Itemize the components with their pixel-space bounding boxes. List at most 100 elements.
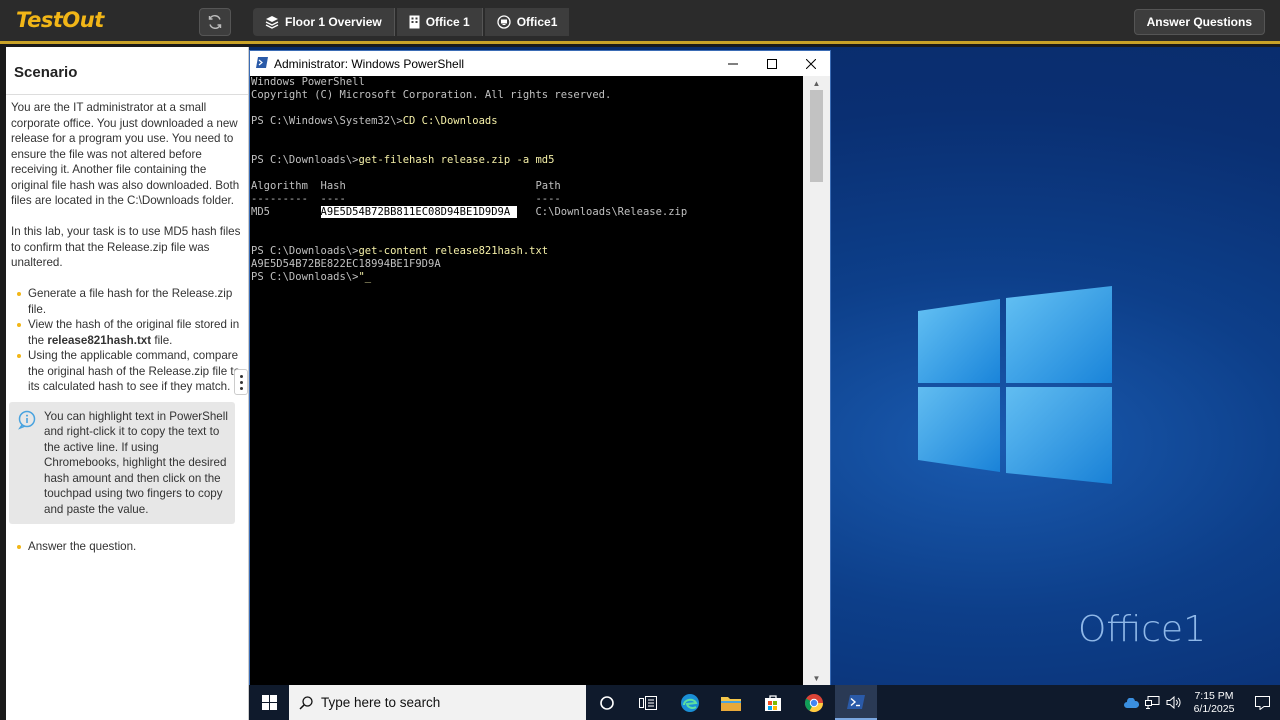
chrome-icon bbox=[805, 693, 824, 712]
selected-hash-text[interactable]: A9E5D54B72BB811EC08D94BE1D9D9A bbox=[320, 206, 517, 218]
network-icon bbox=[1145, 696, 1160, 709]
onedrive-icon bbox=[1124, 697, 1139, 708]
close-icon bbox=[805, 58, 816, 69]
maximize-icon bbox=[766, 58, 777, 69]
clock-time: 7:15 PM bbox=[1194, 689, 1234, 702]
cortana-button[interactable] bbox=[586, 685, 628, 720]
tip-text: You can highlight text in PowerShell and… bbox=[44, 409, 228, 516]
console-line: --------- ---- ---- bbox=[251, 193, 561, 205]
console-line: PS C:\Downloads\>get-filehash release.zi… bbox=[251, 154, 803, 167]
task-step: View the hash of the original file store… bbox=[17, 317, 244, 348]
console-scrollbar[interactable]: ▲ ▼ bbox=[803, 76, 830, 685]
cortana-icon bbox=[599, 695, 614, 710]
task-view-icon bbox=[639, 695, 658, 710]
scroll-up-icon[interactable]: ▲ bbox=[803, 76, 830, 90]
console-prompt: PS C:\Downloads\> bbox=[251, 271, 359, 283]
breadcrumb-label: Floor 1 Overview bbox=[285, 15, 382, 29]
desktop: Office1 Administrator: Windows PowerShel… bbox=[249, 47, 1280, 685]
console-line: A9E5D54B72BE822EC18994BE1F9D9A bbox=[251, 258, 441, 270]
testout-logo: TestOut bbox=[16, 8, 104, 32]
powershell-icon bbox=[256, 56, 268, 71]
chrome-button[interactable] bbox=[794, 685, 836, 720]
task-step: Answer the question. bbox=[17, 539, 244, 555]
clock-date: 6/1/2025 bbox=[1193, 702, 1235, 715]
taskbar-clock[interactable]: 7:15 PM 6/1/2025 bbox=[1184, 690, 1244, 716]
building-icon bbox=[409, 15, 420, 29]
windows-start-icon bbox=[261, 695, 277, 710]
search-icon bbox=[299, 695, 313, 710]
scenario-title: Scenario bbox=[6, 47, 248, 95]
task-step: Generate a file hash for the Release.zip… bbox=[17, 286, 244, 317]
notifications-button[interactable] bbox=[1244, 685, 1280, 720]
taskbar-search-box[interactable]: Type here to search bbox=[289, 685, 586, 720]
task-view-button[interactable] bbox=[628, 685, 670, 720]
answer-questions-button[interactable]: Answer Questions bbox=[1133, 9, 1265, 35]
console-line: Algorithm Hash Path bbox=[251, 180, 561, 192]
network-button[interactable] bbox=[1142, 685, 1163, 720]
scenario-task: In this lab, your task is to use MD5 has… bbox=[11, 225, 241, 269]
search-placeholder: Type here to search bbox=[321, 695, 441, 710]
tip-note: You can highlight text in PowerShell and… bbox=[9, 401, 235, 524]
computer-icon bbox=[497, 15, 511, 29]
console-command: get-content release821hash.txt bbox=[358, 245, 549, 257]
top-bar: TestOut Floor 1 Overview Office 1 Office… bbox=[0, 0, 1280, 44]
console-command: "_ bbox=[358, 271, 372, 283]
folder-icon bbox=[721, 696, 742, 711]
refresh-button[interactable] bbox=[199, 8, 231, 36]
powershell-icon bbox=[846, 694, 865, 709]
edge-button[interactable] bbox=[669, 685, 711, 720]
taskbar: Type here to search 7:15 PM 6/1/2025 bbox=[249, 685, 1280, 720]
system-tray: 7:15 PM 6/1/2025 bbox=[1121, 685, 1280, 720]
scenario-panel: Scenario You are the IT administrator at… bbox=[6, 47, 249, 720]
console-line: Copyright (C) Microsoft Corporation. All… bbox=[251, 89, 612, 101]
console-line: MD5 A9E5D54B72BB811EC08D94BE1D9D9A C:\Do… bbox=[251, 206, 803, 219]
start-button[interactable] bbox=[249, 685, 289, 720]
volume-button[interactable] bbox=[1163, 685, 1184, 720]
layers-icon bbox=[265, 15, 279, 29]
breadcrumb: Floor 1 Overview Office 1 Office1 bbox=[253, 8, 571, 36]
file-explorer-button[interactable] bbox=[711, 685, 753, 720]
console-command: CD C:\Downloads bbox=[402, 115, 498, 127]
windows-logo-wallpaper bbox=[918, 286, 1112, 484]
scroll-thumb[interactable] bbox=[810, 90, 823, 182]
onedrive-button[interactable] bbox=[1121, 685, 1142, 720]
scenario-intro: You are the IT administrator at a small … bbox=[11, 101, 240, 207]
breadcrumb-label: Office1 bbox=[516, 15, 558, 29]
breadcrumb-office[interactable]: Office 1 bbox=[396, 8, 483, 36]
powershell-taskbar-button[interactable] bbox=[835, 685, 877, 720]
breadcrumb-label: Office 1 bbox=[425, 15, 470, 29]
task-steps-final: Answer the question. bbox=[11, 539, 244, 555]
maximize-button[interactable] bbox=[752, 51, 791, 76]
computer-name-label: Office1 bbox=[1078, 609, 1206, 650]
console-prompt: PS C:\Windows\System32\> bbox=[251, 115, 403, 127]
console-line: PS C:\Windows\System32\>CD C:\Downloads bbox=[251, 115, 803, 128]
powershell-window[interactable]: Administrator: Windows PowerShell Window… bbox=[249, 50, 831, 685]
scroll-down-icon[interactable]: ▼ bbox=[803, 671, 830, 685]
console-prompt: PS C:\Downloads\> bbox=[251, 154, 359, 166]
notification-icon bbox=[1254, 695, 1270, 710]
window-title: Administrator: Windows PowerShell bbox=[274, 56, 465, 71]
edge-icon bbox=[680, 693, 699, 712]
info-icon bbox=[17, 410, 37, 435]
powershell-console[interactable]: Windows PowerShell Copyright (C) Microsof… bbox=[250, 76, 803, 685]
console-text: C:\Downloads\Release.zip bbox=[516, 206, 688, 218]
panel-resize-handle[interactable] bbox=[234, 369, 248, 395]
minimize-icon bbox=[727, 63, 738, 64]
console-line: PS C:\Downloads\>"_ bbox=[251, 271, 803, 284]
breadcrumb-computer[interactable]: Office1 bbox=[484, 8, 570, 36]
console-line: PS C:\Downloads\>get-content release821h… bbox=[251, 245, 803, 258]
console-line: Windows PowerShell bbox=[251, 76, 365, 88]
window-controls bbox=[713, 51, 830, 76]
store-icon bbox=[764, 694, 781, 711]
console-command: get-filehash release.zip -a md5 bbox=[358, 154, 555, 166]
minimize-button[interactable] bbox=[713, 51, 752, 76]
console-prompt: PS C:\Downloads\> bbox=[251, 245, 359, 257]
store-button[interactable] bbox=[752, 685, 794, 720]
breadcrumb-floor-overview[interactable]: Floor 1 Overview bbox=[253, 8, 395, 36]
console-text: MD5 bbox=[251, 206, 321, 218]
close-button[interactable] bbox=[791, 51, 830, 76]
